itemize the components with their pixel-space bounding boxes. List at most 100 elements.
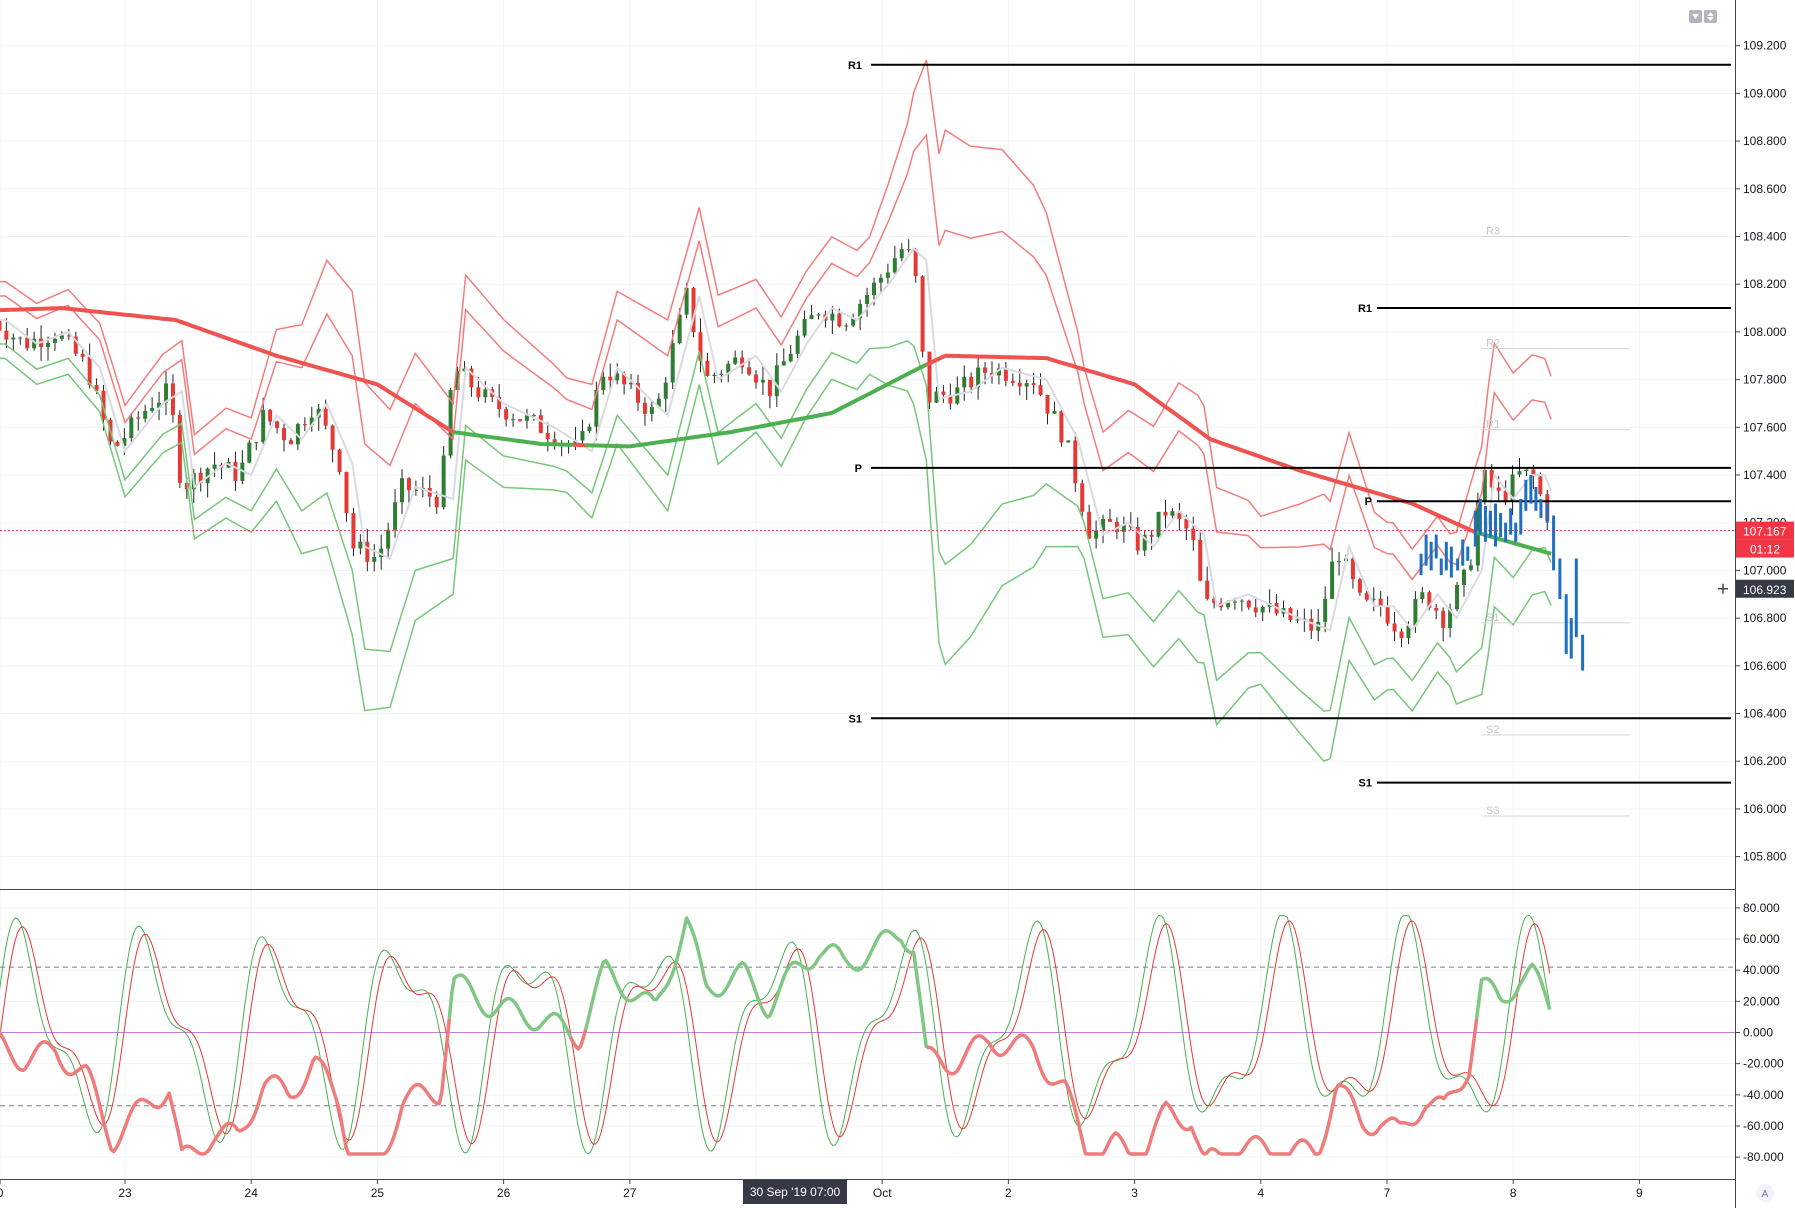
candle-body	[733, 357, 738, 364]
candle-body	[1094, 530, 1099, 539]
chart-canvas[interactable]: R1 P S1 R1 P S1 R3 R2 R1 S1 S2 S3 105.800 106.000 106…	[0, 0, 1795, 1208]
time-tick-label: 26	[497, 1186, 511, 1200]
candle-body	[670, 343, 675, 383]
candle-body	[601, 376, 606, 390]
candle-body	[261, 409, 266, 443]
candle-body	[608, 376, 613, 381]
projection-bar	[1478, 498, 1482, 535]
scroll-both-icon[interactable]	[1704, 10, 1717, 23]
projection-bar	[1434, 534, 1438, 559]
candle-body	[11, 337, 16, 340]
pivot-label-weekly: R1	[848, 60, 862, 72]
candle-body	[892, 258, 897, 273]
price-tick-label: 109.000	[1743, 86, 1787, 100]
osc-tick-label: 60.000	[1743, 932, 1780, 946]
candle-body	[830, 313, 835, 321]
candle-body	[372, 557, 377, 562]
axes: 105.800 106.000 106.200 106.400 106.600 106.8…	[0, 0, 1787, 1208]
candle-body	[212, 464, 217, 469]
pivot-label-faint: R3	[1486, 226, 1500, 238]
candle-body	[962, 376, 967, 388]
projection-bar	[1483, 506, 1487, 542]
candle-body	[1045, 394, 1050, 414]
projection-bar	[1504, 522, 1508, 542]
candle-body	[1198, 539, 1203, 581]
candle-body	[767, 379, 772, 397]
candle-body	[1399, 631, 1404, 639]
time-tick-label: Oct	[873, 1186, 892, 1200]
pivot-label-weekly: P	[855, 463, 862, 475]
candle-body	[80, 353, 85, 357]
pivot-label-faint: R1	[1486, 419, 1500, 431]
projection-bar	[1524, 479, 1528, 511]
candle-body	[837, 313, 842, 327]
candle-body	[1385, 606, 1390, 624]
time-tick-label: 4	[1257, 1186, 1264, 1200]
candle-body	[1010, 380, 1015, 383]
osc-tick-label: -20.000	[1743, 1057, 1784, 1071]
candle-body	[247, 442, 252, 463]
candle-body	[393, 502, 398, 530]
candle-body	[1441, 610, 1446, 628]
oscillator-panel[interactable]	[0, 915, 1735, 1156]
osc-tick-label: 20.000	[1743, 994, 1780, 1008]
candle-body	[844, 325, 849, 327]
candle-body	[1239, 600, 1244, 602]
projection-bar	[1558, 558, 1562, 600]
pivot-levels: R1 P S1 R1 P S1 R3 R2 R1 S1 S2 S3	[848, 60, 1731, 817]
projection-bar	[1449, 546, 1453, 578]
candle-body	[899, 249, 904, 259]
candle-body	[871, 282, 876, 296]
candle-body	[358, 541, 363, 549]
candle-body	[1073, 440, 1078, 484]
candle-body	[344, 472, 349, 514]
candle-body	[1468, 565, 1473, 570]
bollinger-lower-2	[0, 357, 1552, 763]
candle-body	[1434, 607, 1439, 611]
projection-bar	[1514, 522, 1518, 542]
candle-body	[302, 424, 307, 426]
candle-body	[531, 415, 536, 417]
price-tick-label: 106.200	[1743, 754, 1787, 768]
candle-body	[4, 330, 9, 340]
candles[interactable]	[0, 239, 1550, 647]
candle-body	[434, 496, 439, 508]
candle-body	[337, 449, 342, 473]
projection-bar	[1574, 558, 1578, 638]
projection-bar	[1429, 541, 1433, 571]
osc-main-line	[925, 1018, 1479, 1156]
osc-tick-label: 80.000	[1743, 901, 1780, 915]
candle-body	[441, 455, 446, 508]
candle-body	[649, 407, 654, 414]
candle-body	[969, 376, 974, 388]
candle-body	[1337, 561, 1342, 563]
projection-bar	[1545, 503, 1549, 523]
candle-body	[275, 421, 280, 429]
candle-body	[1260, 606, 1265, 613]
projection-bar	[1424, 534, 1428, 566]
price-tick-label: 108.200	[1743, 277, 1787, 291]
price-tick-label: 108.000	[1743, 325, 1787, 339]
ema-long	[0, 306, 455, 434]
candle-body	[906, 249, 911, 251]
pivot-label-faint: S3	[1486, 805, 1499, 817]
candle-body	[545, 432, 550, 440]
price-panel[interactable]: R1 P S1 R1 P S1 R3 R2 R1 S1 S2 S3	[0, 59, 1735, 817]
osc-fast-line	[0, 915, 1551, 1155]
pivot-label-faint: S2	[1486, 724, 1499, 736]
candle-body	[712, 374, 717, 376]
candle-body	[1461, 569, 1466, 586]
candle-body	[504, 409, 509, 420]
projection-bar	[1499, 513, 1503, 538]
price-tick-label: 106.800	[1743, 611, 1787, 625]
price-tick-label: 108.400	[1743, 230, 1787, 244]
candle-body	[1309, 618, 1314, 631]
candle-body	[663, 382, 668, 399]
candle-body	[1420, 592, 1425, 600]
time-tick-label: 7	[1384, 1186, 1391, 1200]
candle-body	[1052, 411, 1057, 414]
candle-body	[1107, 519, 1112, 522]
price-tick-label: 109.200	[1743, 39, 1787, 53]
osc-tick-label: -80.000	[1743, 1150, 1784, 1164]
price-tick-label: 105.800	[1743, 850, 1787, 864]
